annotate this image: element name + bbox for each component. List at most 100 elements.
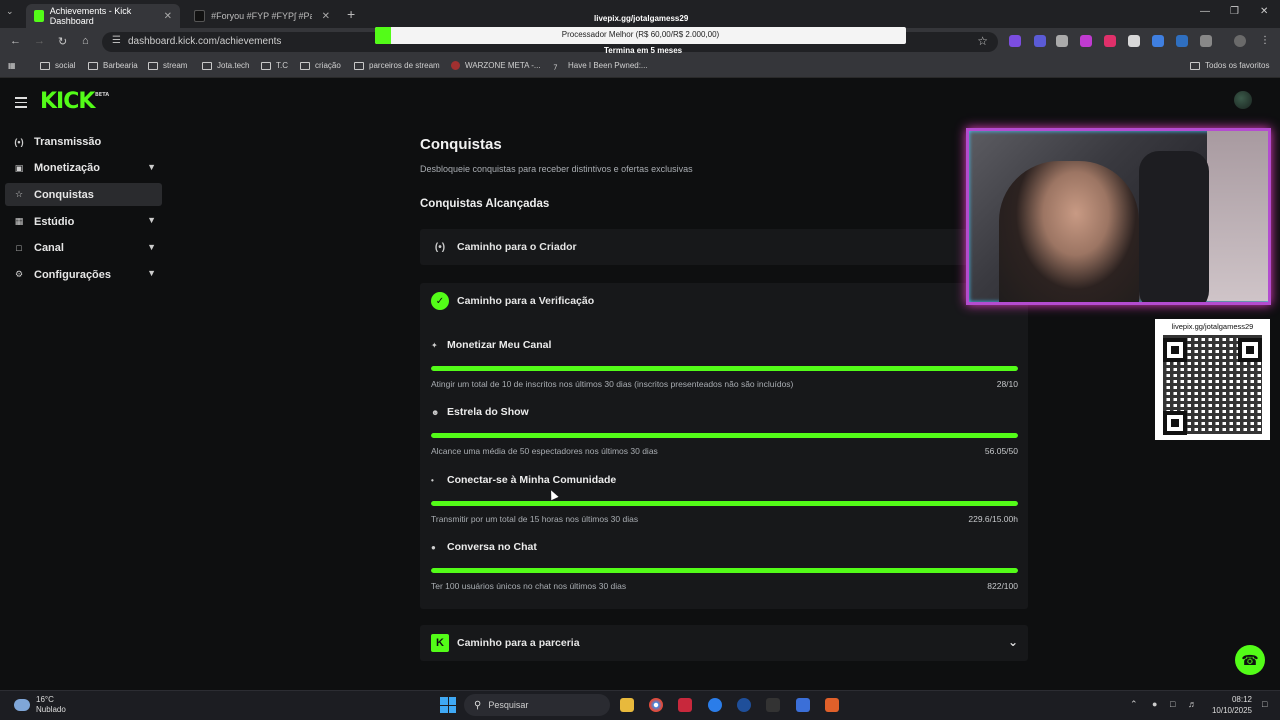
tab-title: Achievements - Kick Dashboard bbox=[49, 6, 132, 26]
close-tab-icon[interactable]: ✕ bbox=[322, 11, 330, 22]
sidebar: (•) Transmissão ▣ Monetização ▼ ☆ Conqui… bbox=[5, 130, 162, 290]
section-title: Conquistas Alcançadas bbox=[420, 198, 550, 210]
tab-tiktok[interactable]: #Foryou #FYP #FYPʃ #ParaVo… ✕ bbox=[186, 4, 338, 28]
epic-games-icon[interactable] bbox=[766, 698, 780, 712]
weather-widget[interactable]: 16°C Nublado bbox=[14, 695, 66, 715]
bookmark-jotatech[interactable]: Jota.tech bbox=[202, 61, 249, 70]
broadcast-icon: • bbox=[431, 475, 434, 485]
app-icon[interactable] bbox=[825, 698, 839, 712]
requirement-value: 56.05/50 bbox=[984, 446, 1018, 456]
broadcast-icon: (•) bbox=[14, 136, 24, 147]
kick-logo[interactable]: KICK BETA bbox=[40, 89, 109, 114]
microphone-icon[interactable]: ● bbox=[1152, 699, 1157, 709]
app-icon[interactable] bbox=[708, 698, 722, 712]
sidebar-item-conquistas[interactable]: ☆ Conquistas bbox=[5, 183, 162, 207]
chevron-down-icon[interactable]: ⌄ bbox=[1008, 635, 1018, 649]
app-icon[interactable] bbox=[678, 698, 692, 712]
warzone-favicon-icon bbox=[451, 61, 460, 70]
card-header[interactable]: ✓ Caminho para a Verificação bbox=[420, 283, 1028, 319]
bookmark-star-icon[interactable]: ☆ bbox=[977, 34, 988, 48]
extension-icon[interactable] bbox=[1152, 35, 1164, 47]
volume-icon[interactable]: ♬ bbox=[1188, 699, 1197, 709]
qr-finder bbox=[1163, 411, 1187, 435]
close-window-icon[interactable]: ✕ bbox=[1260, 6, 1268, 17]
tray-chevron-up-icon[interactable]: ⌃ bbox=[1130, 699, 1138, 710]
sidebar-item-monetizacao[interactable]: ▣ Monetização ▼ bbox=[5, 157, 162, 180]
verified-check-icon: ✓ bbox=[431, 292, 449, 310]
reload-icon[interactable]: ↻ bbox=[58, 35, 67, 48]
requirement-star-show: ☻ Estrela do Show Alcance uma média de 50… bbox=[431, 406, 1018, 456]
chat-bubble-icon: ● bbox=[431, 542, 436, 552]
kick-k-icon: K bbox=[431, 634, 449, 652]
sidebar-item-transmissao[interactable]: (•) Transmissão bbox=[5, 130, 162, 153]
requirement-desc: Atingir um total de 10 de inscritos nos … bbox=[431, 379, 794, 389]
sidebar-item-estudio[interactable]: ▦ Estúdio ▼ bbox=[5, 210, 162, 233]
close-tab-icon[interactable]: ✕ bbox=[164, 11, 172, 22]
more-menu-icon[interactable]: ⋮ bbox=[1260, 35, 1272, 47]
chrome-icon[interactable] bbox=[649, 698, 663, 712]
card-header[interactable]: K Caminho para a parceria ⌄ bbox=[420, 625, 1028, 661]
gaming-chair bbox=[1139, 151, 1209, 302]
site-info-icon[interactable]: ☰ bbox=[112, 35, 121, 46]
requirement-value: 229.6/15.00h bbox=[968, 514, 1018, 524]
windows-start-icon[interactable] bbox=[440, 697, 456, 713]
bookmark-barbearia[interactable]: Barbearia bbox=[88, 61, 138, 70]
clock[interactable]: 08:12 10/10/2025 bbox=[1208, 694, 1252, 716]
extensions-puzzle-icon[interactable] bbox=[1200, 35, 1212, 47]
webcam-overlay bbox=[966, 128, 1271, 305]
requirement-community: • Conectar-se à Minha Comunidade Transmit… bbox=[431, 474, 1018, 524]
bookmark-criacao[interactable]: criação bbox=[300, 61, 341, 70]
sidebar-item-configuracoes[interactable]: ⚙ Configurações ▼ bbox=[5, 263, 162, 286]
extension-icon[interactable] bbox=[1176, 35, 1188, 47]
requirement-title: Conversa no Chat bbox=[447, 541, 537, 553]
bookmark-warzone[interactable]: WARZONE META -... bbox=[451, 61, 541, 70]
minimize-icon[interactable]: — bbox=[1200, 6, 1210, 17]
notification-icon[interactable]: □ bbox=[1262, 699, 1267, 709]
network-icon[interactable]: □ bbox=[1170, 699, 1175, 709]
hamburger-menu-icon[interactable] bbox=[15, 97, 27, 111]
file-explorer-icon[interactable] bbox=[620, 698, 634, 712]
extension-icon[interactable] bbox=[1080, 35, 1092, 47]
bookmark-hibp[interactable]: ⁊ Have I Been Pwned:... bbox=[553, 61, 648, 71]
user-avatar[interactable] bbox=[1234, 91, 1252, 109]
folder-icon bbox=[88, 61, 98, 70]
tab-search-chevron-icon[interactable]: ⌄ bbox=[6, 6, 14, 17]
extension-icon[interactable] bbox=[1056, 35, 1068, 47]
tab-achievements[interactable]: Achievements - Kick Dashboard ✕ bbox=[26, 4, 180, 28]
apps-grid-icon[interactable]: ▦ bbox=[8, 61, 16, 70]
bookmark-stream[interactable]: stream bbox=[148, 61, 187, 70]
extension-icon[interactable] bbox=[1009, 35, 1021, 47]
kick-favicon-icon bbox=[34, 10, 44, 22]
cloud-icon bbox=[14, 699, 30, 711]
new-tab-plus-icon[interactable]: + bbox=[347, 6, 355, 22]
extension-icon[interactable] bbox=[1128, 35, 1140, 47]
card-partnership-path[interactable]: K Caminho para a parceria ⌄ bbox=[420, 625, 1028, 661]
url-text: dashboard.kick.com/achievements bbox=[128, 36, 282, 47]
sidebar-item-canal[interactable]: □ Canal ▼ bbox=[5, 237, 162, 260]
folder-icon bbox=[300, 61, 310, 70]
bookmark-social[interactable]: social bbox=[40, 61, 75, 70]
bookmark-tc[interactable]: T.C bbox=[261, 61, 288, 70]
folder-icon bbox=[354, 61, 364, 70]
extension-icon[interactable] bbox=[1034, 35, 1046, 47]
app-icon[interactable] bbox=[796, 698, 810, 712]
forward-icon[interactable]: → bbox=[34, 35, 45, 47]
chevron-down-icon: ▼ bbox=[147, 268, 156, 279]
tiktok-favicon-icon bbox=[194, 10, 206, 22]
page-title: Conquistas bbox=[420, 136, 502, 153]
extension-icon[interactable] bbox=[1104, 35, 1116, 47]
qr-code-overlay: livepix.gg/jotalgamess29 bbox=[1155, 319, 1270, 440]
taskbar-search[interactable]: ⚲ Pesquisar bbox=[464, 694, 610, 716]
chevron-down-icon: ▼ bbox=[147, 241, 156, 252]
profile-avatar[interactable] bbox=[1234, 35, 1246, 47]
card-header[interactable]: (•) Caminho para o Criador bbox=[420, 229, 1028, 265]
donation-goal-deadline: Termina em 5 meses bbox=[604, 46, 683, 55]
restore-icon[interactable]: ❐ bbox=[1230, 6, 1239, 17]
back-icon[interactable]: ← bbox=[10, 35, 21, 47]
card-creator-path[interactable]: (•) Caminho para o Criador bbox=[420, 229, 1028, 265]
bookmark-all-favorites[interactable]: Todos os favoritos bbox=[1190, 61, 1269, 70]
home-icon[interactable]: ⌂ bbox=[82, 35, 89, 47]
bookmark-parceiros[interactable]: parceiros de stream bbox=[354, 61, 440, 70]
support-chat-icon[interactable]: ☎ bbox=[1235, 645, 1265, 675]
app-icon[interactable] bbox=[737, 698, 751, 712]
